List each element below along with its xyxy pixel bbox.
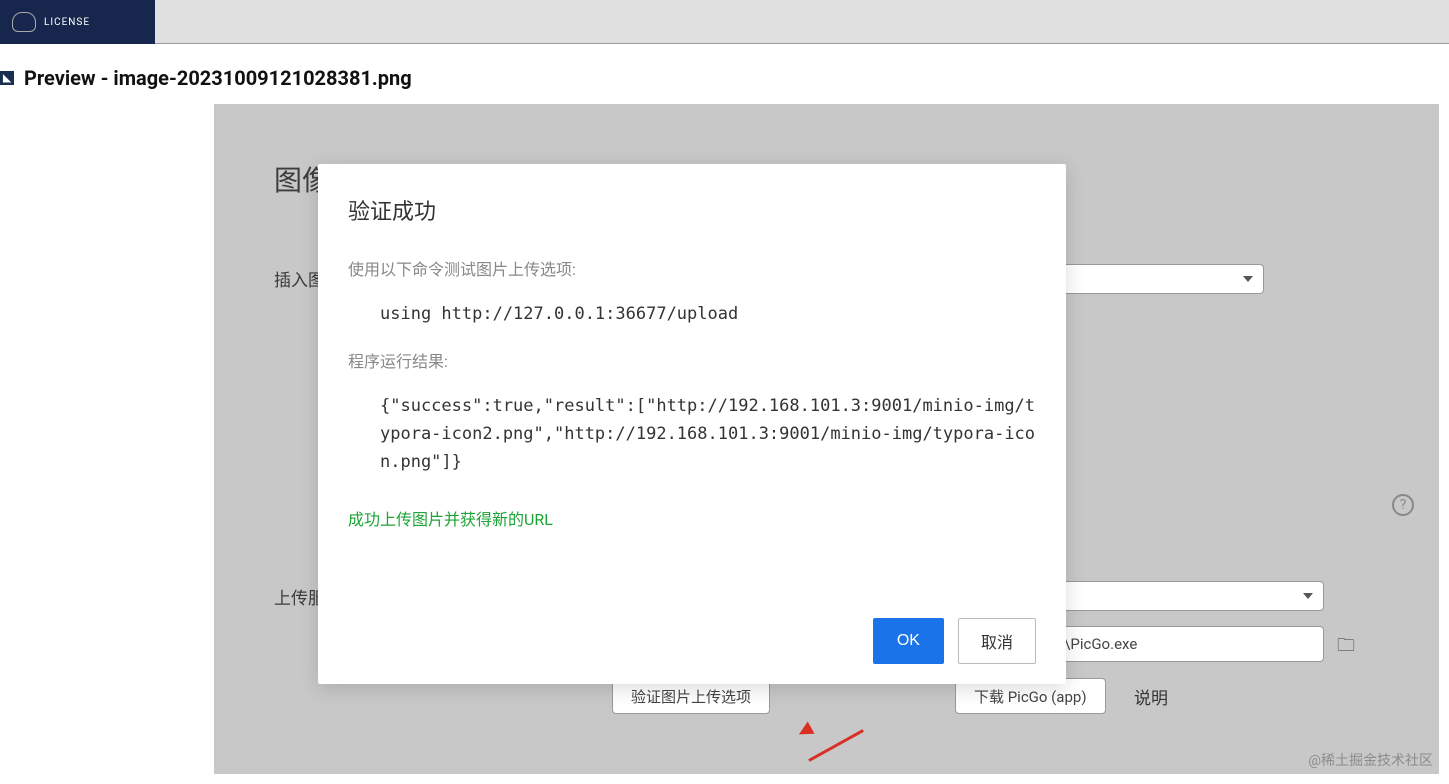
dialog-buttons: OK 取消 bbox=[348, 618, 1036, 664]
settings-panel: 图像 插入图 上传服 e\11_dev\PicGo\PicGo.exe 🗀 验证… bbox=[214, 104, 1439, 774]
folder-icon[interactable]: 🗀 bbox=[1337, 633, 1355, 663]
cancel-button[interactable]: 取消 bbox=[958, 618, 1036, 664]
verify-result-dialog: 验证成功 使用以下命令测试图片上传选项: using http://127.0.… bbox=[318, 164, 1066, 684]
help-link[interactable]: 说明 bbox=[1134, 684, 1168, 709]
test-command-value: using http://127.0.0.1:36677/upload bbox=[380, 300, 1036, 328]
agpl-logo-icon bbox=[12, 12, 36, 32]
help-circle-icon[interactable]: ? bbox=[1392, 494, 1414, 516]
test-command-label: 使用以下命令测试图片上传选项: bbox=[348, 256, 1036, 280]
preview-title: Preview - image-20231009121028381.png bbox=[24, 66, 412, 90]
dialog-title: 验证成功 bbox=[348, 194, 1036, 226]
license-label: LICENSE bbox=[44, 17, 90, 28]
chevron-down-icon bbox=[1303, 593, 1313, 599]
top-bar: LICENSE bbox=[0, 0, 1449, 44]
license-badge: LICENSE bbox=[0, 0, 155, 44]
download-picgo-label: 下载 PicGo (app) bbox=[974, 686, 1087, 707]
chevron-down-icon bbox=[1243, 276, 1253, 282]
success-message: 成功上传图片并获得新的URL bbox=[348, 506, 1036, 530]
result-label: 程序运行结果: bbox=[348, 348, 1036, 372]
preview-app-icon: ◣ bbox=[0, 71, 14, 85]
watermark: @稀土掘金技术社区 bbox=[1308, 750, 1433, 770]
preview-title-row: ◣ Preview - image-20231009121028381.png bbox=[0, 44, 1449, 104]
annotation-arrow bbox=[794, 714, 874, 774]
result-json: {"success":true,"result":["http://192.16… bbox=[380, 392, 1036, 476]
verify-upload-label: 验证图片上传选项 bbox=[631, 686, 751, 707]
ok-button[interactable]: OK bbox=[873, 618, 944, 664]
